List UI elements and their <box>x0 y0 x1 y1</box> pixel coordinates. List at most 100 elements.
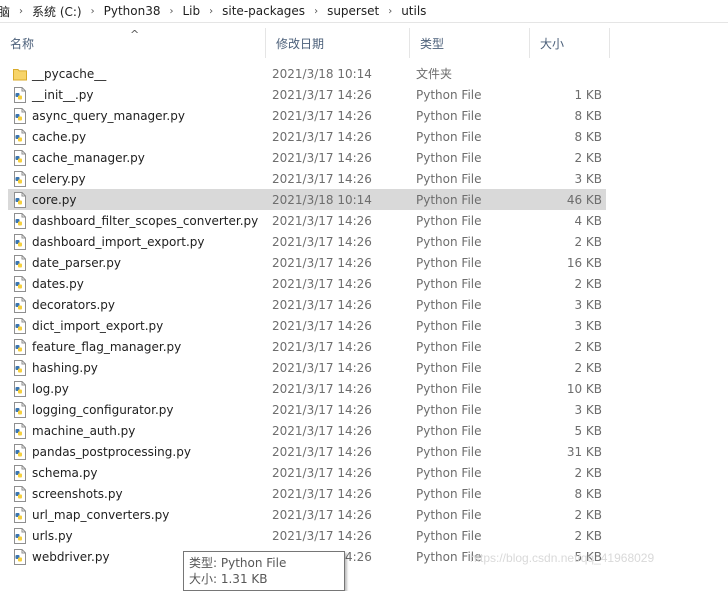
file-row[interactable]: logging_configurator.py 2021/3/17 14:26 Py… <box>8 399 606 420</box>
file-type: Python File <box>416 381 482 396</box>
file-name-cell: logging_configurator.py <box>8 399 174 420</box>
file-type: Python File <box>416 87 482 102</box>
file-name: __pycache__ <box>32 66 107 81</box>
column-header-type[interactable]: 类型 <box>410 28 530 58</box>
file-row[interactable]: core.py 2021/3/18 10:14 Python File 46 KB <box>8 189 606 210</box>
file-row[interactable]: async_query_manager.py 2021/3/17 14:26 Pyt… <box>8 105 606 126</box>
python-file-icon <box>13 170 27 187</box>
breadcrumb-item[interactable]: utils <box>398 1 429 21</box>
file-name: dates.py <box>32 276 84 291</box>
file-row[interactable]: machine_auth.py 2021/3/17 14:26 Python Fil… <box>8 420 606 441</box>
file-name-cell: dashboard_import_export.py <box>8 231 205 252</box>
chevron-right-icon[interactable]: › <box>308 6 324 17</box>
file-name-cell: webdriver.py <box>8 546 110 567</box>
file-name-cell: urls.py <box>8 525 73 546</box>
breadcrumb-item[interactable]: superset <box>324 1 382 21</box>
file-date: 2021/3/17 14:26 <box>272 318 372 333</box>
file-name: schema.py <box>32 465 98 480</box>
file-date: 2021/3/17 14:26 <box>272 234 372 249</box>
breadcrumb-item[interactable]: Python38 <box>101 1 164 21</box>
file-size: 10 KB <box>566 381 602 396</box>
file-type: Python File <box>416 360 482 375</box>
file-name-cell: log.py <box>8 378 69 399</box>
file-row[interactable]: __init__.py 2021/3/17 14:26 Python File 1 K… <box>8 84 606 105</box>
column-size-label: 大小 <box>540 36 565 51</box>
file-type: Python File <box>416 192 482 207</box>
column-header-date[interactable]: 修改日期 <box>266 28 410 58</box>
breadcrumb-item[interactable]: Lib <box>180 1 204 21</box>
file-row[interactable]: cache.py 2021/3/17 14:26 Python File 8 KB <box>8 126 606 147</box>
file-row[interactable]: dict_import_export.py 2021/3/17 14:26 Pyth… <box>8 315 606 336</box>
python-file-icon <box>13 212 27 229</box>
python-file-icon <box>13 296 27 313</box>
file-name: hashing.py <box>32 360 98 375</box>
python-file-icon <box>13 443 27 460</box>
file-row[interactable]: hashing.py 2021/3/17 14:26 Python File 2 KB <box>8 357 606 378</box>
file-type: Python File <box>416 129 482 144</box>
file-row[interactable]: dashboard_import_export.py 2021/3/17 14:2… <box>8 231 606 252</box>
file-name: dashboard_filter_scopes_converter.py <box>32 213 259 228</box>
file-row[interactable]: log.py 2021/3/17 14:26 Python File 10 KB <box>8 378 606 399</box>
chevron-right-icon[interactable]: › <box>164 6 180 17</box>
file-type: Python File <box>416 318 482 333</box>
file-type: Python File <box>416 255 482 270</box>
file-row[interactable]: feature_flag_manager.py 2021/3/17 14:26 Py… <box>8 336 606 357</box>
file-type: Python File <box>416 528 482 543</box>
file-date: 2021/3/17 14:26 <box>272 381 372 396</box>
file-name-cell: celery.py <box>8 168 86 189</box>
file-name-cell: core.py <box>8 189 77 210</box>
chevron-right-icon[interactable]: › <box>13 6 29 17</box>
file-size: 2 KB <box>574 150 602 165</box>
file-row[interactable]: celery.py 2021/3/17 14:26 Python File 3 KB <box>8 168 606 189</box>
file-row[interactable]: screenshots.py 2021/3/17 14:26 Python File… <box>8 483 606 504</box>
file-name: cache_manager.py <box>32 150 145 165</box>
breadcrumb-item[interactable]: 系统 (C:) <box>29 1 85 21</box>
file-tooltip: 类型: Python File 大小: 1.31 KB <box>183 551 345 591</box>
python-file-icon <box>13 149 27 166</box>
column-header-size[interactable]: 大小 <box>530 28 610 58</box>
file-type: Python File <box>416 507 482 522</box>
file-row[interactable]: urls.py 2021/3/17 14:26 Python File 2 KB <box>8 525 606 546</box>
file-size: 3 KB <box>574 318 602 333</box>
file-name-cell: hashing.py <box>8 357 98 378</box>
file-date: 2021/3/17 14:26 <box>272 507 372 522</box>
column-header-name[interactable]: 名称 <box>0 28 266 58</box>
file-row[interactable]: schema.py 2021/3/17 14:26 Python File 2 KB <box>8 462 606 483</box>
python-file-icon <box>13 527 27 544</box>
file-type: Python File <box>416 108 482 123</box>
file-name: date_parser.py <box>32 255 121 270</box>
file-size: 46 KB <box>566 192 602 207</box>
chevron-right-icon[interactable]: › <box>382 6 398 17</box>
file-row[interactable]: __pycache__ 2021/3/18 10:14 文件夹 <box>8 63 606 84</box>
file-row[interactable]: cache_manager.py 2021/3/17 14:26 Python Fi… <box>8 147 606 168</box>
file-date: 2021/3/17 14:26 <box>272 129 372 144</box>
file-row[interactable]: date_parser.py 2021/3/17 14:26 Python File… <box>8 252 606 273</box>
file-size: 4 KB <box>574 213 602 228</box>
file-name: celery.py <box>32 171 86 186</box>
file-type: Python File <box>416 444 482 459</box>
python-file-icon <box>13 464 27 481</box>
breadcrumb-item[interactable]: 脑 <box>0 1 13 21</box>
file-row[interactable]: dashboard_filter_scopes_converter.py 2021… <box>8 210 606 231</box>
file-type: 文件夹 <box>416 67 453 81</box>
file-name: core.py <box>32 192 77 207</box>
chevron-right-icon[interactable]: › <box>203 6 219 17</box>
file-size: 2 KB <box>574 339 602 354</box>
file-row[interactable]: pandas_postprocessing.py 2021/3/17 14:26 P… <box>8 441 606 462</box>
file-size: 2 KB <box>574 360 602 375</box>
file-row[interactable]: dates.py 2021/3/17 14:26 Python File 2 KB <box>8 273 606 294</box>
file-type: Python File <box>416 276 482 291</box>
file-size: 8 KB <box>574 486 602 501</box>
file-date: 2021/3/18 10:14 <box>272 192 372 207</box>
python-file-icon <box>13 86 27 103</box>
file-name: decorators.py <box>32 297 115 312</box>
breadcrumb-item[interactable]: site-packages <box>219 1 308 21</box>
file-row[interactable]: decorators.py 2021/3/17 14:26 Python File 3… <box>8 294 606 315</box>
folder-icon <box>13 66 27 82</box>
file-size: 3 KB <box>574 171 602 186</box>
file-name: screenshots.py <box>32 486 123 501</box>
file-row[interactable]: url_map_converters.py 2021/3/17 14:26 Pyth… <box>8 504 606 525</box>
file-type: Python File <box>416 465 482 480</box>
chevron-right-icon[interactable]: › <box>85 6 101 17</box>
file-name: url_map_converters.py <box>32 507 170 522</box>
